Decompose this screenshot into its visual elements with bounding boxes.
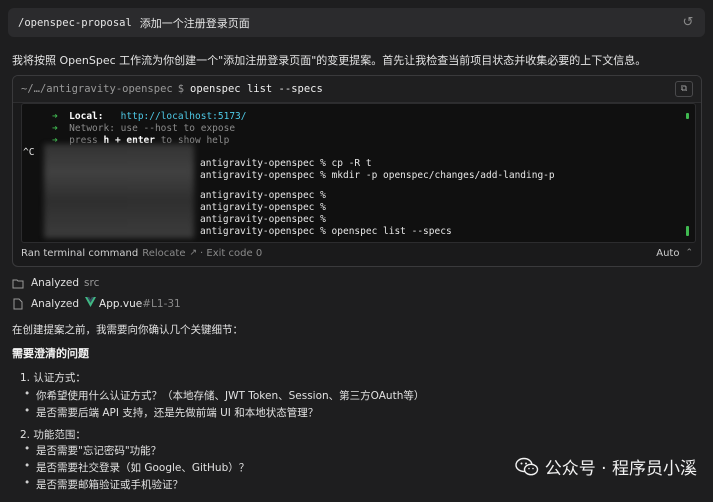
analyzed-verb: Analyzed <box>31 297 80 310</box>
prompt-request: 添加一个注册登录页面 <box>139 16 250 30</box>
ran-label: Ran terminal command <box>21 247 139 259</box>
question-2c: 是否需要邮箱验证或手机验证？ <box>24 477 183 492</box>
analyzed-verb: Analyzed <box>31 277 80 289</box>
slash-command: /openspec-proposal <box>18 16 132 29</box>
watermark: 公众号 · 程序员小溪 <box>515 454 697 479</box>
question-1b: 是否需要后端 API 支持，还是先做前端 UI 和本地状态管理？ <box>24 405 318 420</box>
exit-code: · Exit code 0 <box>200 247 263 259</box>
output-line: antigravity-openspec % openspec list --s… <box>200 226 452 237</box>
output-line: antigravity-openspec % cp -R t <box>200 158 372 169</box>
vue-icon <box>85 297 97 310</box>
terminal-block: ~/…/antigravity-openspec $ openspec list… <box>12 75 702 267</box>
external-link-icon[interactable]: ↗ <box>190 248 198 258</box>
terminal-path: ~/…/antigravity-openspec <box>21 83 173 95</box>
terminal-output[interactable]: ➜ Local: http://localhost:5173/ ➜ Networ… <box>21 103 696 243</box>
terminal-footer: Ran terminal command Relocate ↗ · Exit c… <box>13 240 701 266</box>
wechat-icon <box>515 457 538 475</box>
output-local: ➜ Local: http://localhost:5173/ <box>52 111 247 122</box>
scroll-marker <box>686 113 689 119</box>
line-range: #L1-31 <box>142 297 181 310</box>
analyzed-row-src[interactable]: Analyzed src <box>12 277 99 289</box>
terminal-command: openspec list --specs <box>190 83 323 95</box>
file-icon <box>12 298 24 310</box>
relocate-link[interactable]: Relocate <box>142 248 185 259</box>
chevron-up-icon[interactable]: ⌃ <box>685 248 693 258</box>
prompt-symbol: $ <box>177 83 185 95</box>
terminal-header: ~/…/antigravity-openspec $ openspec list… <box>13 76 701 103</box>
redacted-region <box>44 144 194 238</box>
section-heading: 需要澄清的问题 <box>12 347 89 360</box>
analyzed-row-file[interactable]: Analyzed App.vue #L1-31 <box>12 297 181 310</box>
question-2b: 是否需要社交登录（如 Google、GitHub）？ <box>24 460 249 475</box>
question-1a: 你希望使用什么认证方式？（本地存储、JWT Token、Session、第三方O… <box>24 388 424 403</box>
intro-text: 我将按照 OpenSpec 工作流为你创建一个"添加注册登录页面"的变更提案。首… <box>12 54 647 67</box>
question-1: 1. 认证方式： <box>20 372 86 384</box>
output-ctrl-c: ^C <box>23 147 35 158</box>
output-line: antigravity-openspec % <box>200 214 326 225</box>
watermark-text: 公众号 · 程序员小溪 <box>544 459 697 479</box>
prompt-bar[interactable]: /openspec-proposal 添加一个注册登录页面 ↺ <box>8 8 705 37</box>
file-link[interactable]: App.vue <box>99 298 142 310</box>
folder-icon <box>12 277 24 289</box>
lead-text: 在创建提案之前，我需要向你确认几个关键细节： <box>12 324 243 336</box>
output-line: antigravity-openspec % <box>200 190 326 201</box>
scroll-marker <box>686 226 689 236</box>
output-line: antigravity-openspec % mkdir -p openspec… <box>200 170 555 181</box>
copy-icon[interactable]: ⧉ <box>675 81 693 97</box>
question-2a: 是否需要"忘记密码"功能？ <box>24 443 161 458</box>
question-2: 2. 功能范围： <box>20 429 86 441</box>
output-line: antigravity-openspec % <box>200 202 326 213</box>
auto-dropdown[interactable]: Auto <box>656 248 679 259</box>
output-network: ➜ Network: use --host to expose <box>52 123 236 134</box>
undo-icon[interactable]: ↺ <box>681 15 695 30</box>
analyzed-object: src <box>84 277 100 289</box>
